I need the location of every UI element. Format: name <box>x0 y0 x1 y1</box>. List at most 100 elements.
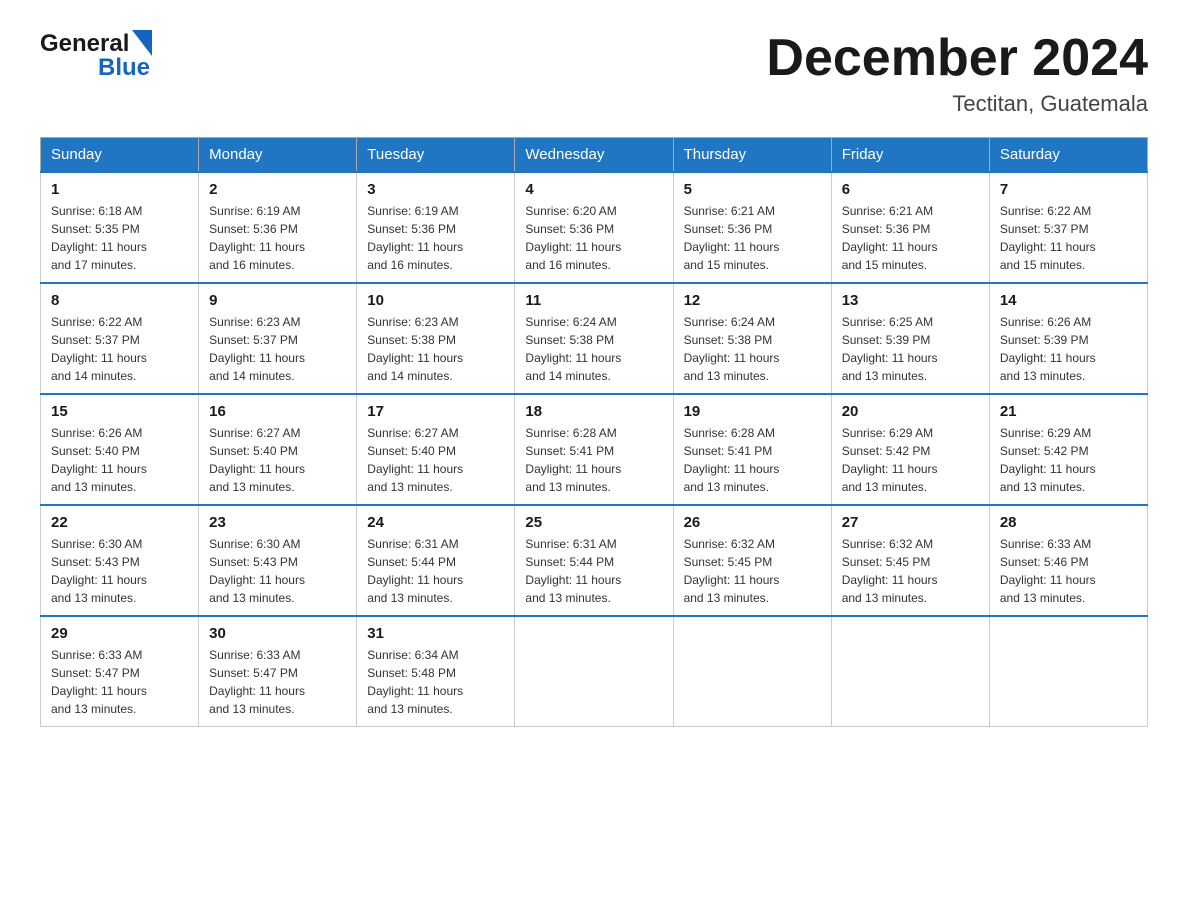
logo-blue: Blue <box>98 54 150 82</box>
day-number: 5 <box>684 181 821 198</box>
day-number: 9 <box>209 292 346 309</box>
day-info: Sunrise: 6:27 AMSunset: 5:40 PMDaylight:… <box>367 424 504 496</box>
title-section: December 2024 Tectitan, Guatemala <box>766 30 1148 117</box>
day-info: Sunrise: 6:25 AMSunset: 5:39 PMDaylight:… <box>842 313 979 385</box>
calendar-cell <box>831 616 989 727</box>
day-number: 28 <box>1000 514 1137 531</box>
calendar-cell: 22Sunrise: 6:30 AMSunset: 5:43 PMDayligh… <box>41 505 199 616</box>
day-info: Sunrise: 6:30 AMSunset: 5:43 PMDaylight:… <box>209 535 346 607</box>
calendar-header-row: SundayMondayTuesdayWednesdayThursdayFrid… <box>41 138 1148 173</box>
calendar-cell <box>673 616 831 727</box>
day-number: 19 <box>684 403 821 420</box>
calendar-cell: 5Sunrise: 6:21 AMSunset: 5:36 PMDaylight… <box>673 172 831 283</box>
day-info: Sunrise: 6:22 AMSunset: 5:37 PMDaylight:… <box>1000 202 1137 274</box>
calendar-cell: 15 Sunrise: 6:26 AMSunset: 5:40 PMDayligh… <box>41 394 199 505</box>
calendar-cell: 26Sunrise: 6:32 AMSunset: 5:45 PMDayligh… <box>673 505 831 616</box>
logo-arrow-icon <box>132 30 152 56</box>
month-year-title: December 2024 <box>766 30 1148 87</box>
day-info: Sunrise: 6:34 AMSunset: 5:48 PMDaylight:… <box>367 646 504 718</box>
day-number: 31 <box>367 625 504 642</box>
day-info: Sunrise: 6:19 AMSunset: 5:36 PMDaylight:… <box>209 202 346 274</box>
day-info: Sunrise: 6:20 AMSunset: 5:36 PMDaylight:… <box>525 202 662 274</box>
day-info: Sunrise: 6:21 AMSunset: 5:36 PMDaylight:… <box>842 202 979 274</box>
day-info: Sunrise: 6:22 AMSunset: 5:37 PMDaylight:… <box>51 313 188 385</box>
day-info: Sunrise: 6:23 AMSunset: 5:37 PMDaylight:… <box>209 313 346 385</box>
calendar-cell: 19 Sunrise: 6:28 AMSunset: 5:41 PMDayligh… <box>673 394 831 505</box>
day-number: 25 <box>525 514 662 531</box>
calendar-cell: 27 Sunrise: 6:32 AMSunset: 5:45 PMDayligh… <box>831 505 989 616</box>
day-info: Sunrise: 6:33 AMSunset: 5:47 PMDaylight:… <box>51 646 188 718</box>
day-info: Sunrise: 6:28 AMSunset: 5:41 PMDaylight:… <box>684 424 821 496</box>
day-number: 18 <box>525 403 662 420</box>
day-of-week-header: Thursday <box>673 138 831 173</box>
calendar-cell: 11 Sunrise: 6:24 AMSunset: 5:38 PMDayligh… <box>515 283 673 394</box>
day-number: 8 <box>51 292 188 309</box>
calendar-cell: 30Sunrise: 6:33 AMSunset: 5:47 PMDayligh… <box>199 616 357 727</box>
calendar-cell: 9 Sunrise: 6:23 AMSunset: 5:37 PMDaylight… <box>199 283 357 394</box>
day-info: Sunrise: 6:33 AMSunset: 5:46 PMDaylight:… <box>1000 535 1137 607</box>
calendar-cell: 12 Sunrise: 6:24 AMSunset: 5:38 PMDayligh… <box>673 283 831 394</box>
day-info: Sunrise: 6:18 AMSunset: 5:35 PMDaylight:… <box>51 202 188 274</box>
day-info: Sunrise: 6:26 AMSunset: 5:40 PMDaylight:… <box>51 424 188 496</box>
day-info: Sunrise: 6:19 AMSunset: 5:36 PMDaylight:… <box>367 202 504 274</box>
calendar-cell: 29 Sunrise: 6:33 AMSunset: 5:47 PMDayligh… <box>41 616 199 727</box>
calendar-cell: 10Sunrise: 6:23 AMSunset: 5:38 PMDayligh… <box>357 283 515 394</box>
calendar-cell: 3 Sunrise: 6:19 AMSunset: 5:36 PMDaylight… <box>357 172 515 283</box>
calendar-table: SundayMondayTuesdayWednesdayThursdayFrid… <box>40 137 1148 727</box>
calendar-cell: 7 Sunrise: 6:22 AMSunset: 5:37 PMDaylight… <box>989 172 1147 283</box>
day-of-week-header: Sunday <box>41 138 199 173</box>
day-number: 3 <box>367 181 504 198</box>
day-number: 21 <box>1000 403 1137 420</box>
day-number: 1 <box>51 181 188 198</box>
calendar-week-row: 22Sunrise: 6:30 AMSunset: 5:43 PMDayligh… <box>41 505 1148 616</box>
day-number: 14 <box>1000 292 1137 309</box>
day-of-week-header: Saturday <box>989 138 1147 173</box>
calendar-cell: 20 Sunrise: 6:29 AMSunset: 5:42 PMDayligh… <box>831 394 989 505</box>
calendar-cell: 2 Sunrise: 6:19 AMSunset: 5:36 PMDaylight… <box>199 172 357 283</box>
day-number: 6 <box>842 181 979 198</box>
calendar-cell: 14Sunrise: 6:26 AMSunset: 5:39 PMDayligh… <box>989 283 1147 394</box>
calendar-cell: 21Sunrise: 6:29 AMSunset: 5:42 PMDayligh… <box>989 394 1147 505</box>
day-info: Sunrise: 6:23 AMSunset: 5:38 PMDaylight:… <box>367 313 504 385</box>
calendar-cell: 8 Sunrise: 6:22 AMSunset: 5:37 PMDaylight… <box>41 283 199 394</box>
location-subtitle: Tectitan, Guatemala <box>766 91 1148 117</box>
logo: General Blue <box>40 30 152 82</box>
calendar-cell <box>989 616 1147 727</box>
calendar-cell: 24Sunrise: 6:31 AMSunset: 5:44 PMDayligh… <box>357 505 515 616</box>
day-number: 29 <box>51 625 188 642</box>
day-number: 7 <box>1000 181 1137 198</box>
day-info: Sunrise: 6:32 AMSunset: 5:45 PMDaylight:… <box>842 535 979 607</box>
calendar-cell: 6 Sunrise: 6:21 AMSunset: 5:36 PMDaylight… <box>831 172 989 283</box>
day-number: 16 <box>209 403 346 420</box>
day-info: Sunrise: 6:30 AMSunset: 5:43 PMDaylight:… <box>51 535 188 607</box>
day-info: Sunrise: 6:24 AMSunset: 5:38 PMDaylight:… <box>684 313 821 385</box>
calendar-week-row: 29 Sunrise: 6:33 AMSunset: 5:47 PMDayligh… <box>41 616 1148 727</box>
day-info: Sunrise: 6:24 AMSunset: 5:38 PMDaylight:… <box>525 313 662 385</box>
day-info: Sunrise: 6:31 AMSunset: 5:44 PMDaylight:… <box>367 535 504 607</box>
day-number: 11 <box>525 292 662 309</box>
page-header: General Blue December 2024 Tectitan, Gua… <box>40 30 1148 117</box>
day-number: 15 <box>51 403 188 420</box>
calendar-week-row: 8 Sunrise: 6:22 AMSunset: 5:37 PMDaylight… <box>41 283 1148 394</box>
day-info: Sunrise: 6:31 AMSunset: 5:44 PMDaylight:… <box>525 535 662 607</box>
day-of-week-header: Tuesday <box>357 138 515 173</box>
calendar-cell: 23 Sunrise: 6:30 AMSunset: 5:43 PMDayligh… <box>199 505 357 616</box>
day-of-week-header: Wednesday <box>515 138 673 173</box>
calendar-cell: 13Sunrise: 6:25 AMSunset: 5:39 PMDayligh… <box>831 283 989 394</box>
calendar-cell: 28 Sunrise: 6:33 AMSunset: 5:46 PMDayligh… <box>989 505 1147 616</box>
calendar-week-row: 15 Sunrise: 6:26 AMSunset: 5:40 PMDayligh… <box>41 394 1148 505</box>
day-number: 12 <box>684 292 821 309</box>
day-number: 20 <box>842 403 979 420</box>
day-info: Sunrise: 6:29 AMSunset: 5:42 PMDaylight:… <box>842 424 979 496</box>
calendar-cell: 17 Sunrise: 6:27 AMSunset: 5:40 PMDayligh… <box>357 394 515 505</box>
day-number: 17 <box>367 403 504 420</box>
day-number: 30 <box>209 625 346 642</box>
day-of-week-header: Friday <box>831 138 989 173</box>
day-number: 2 <box>209 181 346 198</box>
calendar-cell: 16Sunrise: 6:27 AMSunset: 5:40 PMDayligh… <box>199 394 357 505</box>
day-number: 26 <box>684 514 821 531</box>
day-number: 23 <box>209 514 346 531</box>
day-number: 4 <box>525 181 662 198</box>
day-number: 27 <box>842 514 979 531</box>
calendar-cell: 25 Sunrise: 6:31 AMSunset: 5:44 PMDayligh… <box>515 505 673 616</box>
